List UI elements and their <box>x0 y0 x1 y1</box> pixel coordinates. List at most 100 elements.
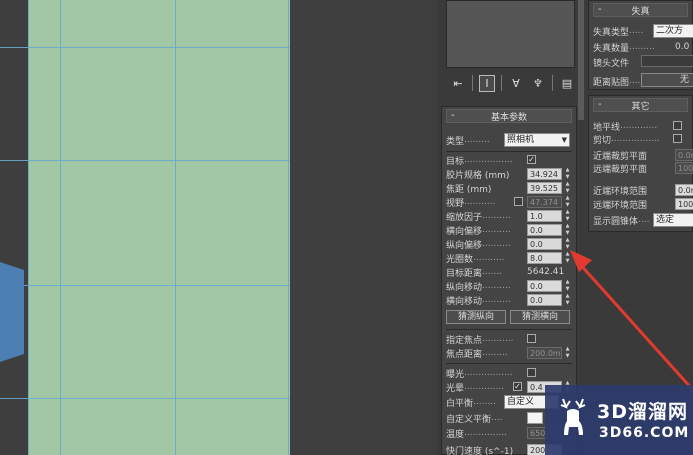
distortion-amount-value[interactable]: 0.0 <box>675 42 689 52</box>
divider <box>501 75 502 91</box>
rollout-header[interactable]: - 基本参数 <box>446 109 572 123</box>
spinner-arrows[interactable]: ▲▼ <box>564 168 571 180</box>
white-balance-value: 自定义 <box>507 397 535 407</box>
white-balance-label: 白平衡 <box>446 398 474 409</box>
far-clip-spinner[interactable]: 1000 <box>675 162 693 174</box>
lens-file-field[interactable] <box>641 55 693 67</box>
fov-spinner[interactable]: 47.374 <box>527 196 562 208</box>
configure-icon[interactable]: ▤ <box>559 75 575 92</box>
chevron-down-icon: ▼ <box>561 136 567 144</box>
spinner-arrows[interactable]: ▲▼ <box>564 224 571 236</box>
custom-balance-swatch[interactable] <box>527 412 543 424</box>
misc-rollout: - 其它 地平线............. 剪切................… <box>588 95 693 232</box>
grid-line <box>0 398 290 399</box>
focal-length-label: 焦距 (mm) <box>446 184 492 195</box>
collapse-icon[interactable]: - <box>598 100 602 110</box>
grid-line <box>28 0 29 455</box>
display-cone-select[interactable]: 选定 <box>653 213 693 227</box>
grid-line <box>288 0 289 455</box>
distortion-map-label: 距离贴图 <box>593 77 630 88</box>
divider <box>446 151 572 152</box>
grid-line <box>0 47 290 48</box>
rollout-header[interactable]: - 失真 <box>593 3 688 17</box>
watermark: 3D溜溜网 3D66.COM <box>545 385 693 455</box>
viewport-background <box>290 0 437 455</box>
v-tilt-spinner[interactable]: 0.0 <box>527 280 562 292</box>
deer-logo-icon <box>560 398 586 435</box>
near-clip-spinner[interactable]: 0.0m <box>675 149 693 161</box>
unique-icon[interactable]: ∀ <box>508 75 524 92</box>
spinner-arrows[interactable]: ▲▼ <box>564 238 571 250</box>
distortion-type-select[interactable]: 二次方 <box>653 24 693 38</box>
grid-line <box>175 0 176 455</box>
scrollbar-thumb[interactable] <box>578 0 584 120</box>
rollout-header[interactable]: - 其它 <box>593 98 688 112</box>
v-shift-label: 纵向偏移 <box>446 240 483 251</box>
focus-distance-label: 焦点距离 <box>446 349 483 360</box>
vignetting-label: 光晕 <box>446 383 465 394</box>
vignetting-checkbox[interactable]: ✓ <box>513 382 522 391</box>
divider <box>472 75 473 91</box>
distortion-map-button[interactable]: 无 <box>641 73 693 87</box>
film-size-spinner[interactable]: 34.924 <box>527 168 562 180</box>
divider <box>446 363 572 364</box>
distortion-amount-label: 失真数量 <box>593 43 630 54</box>
target-checkbox[interactable]: ✓ <box>527 155 536 164</box>
watermark-subtitle: 3D66.COM <box>599 425 690 441</box>
pin-icon[interactable]: ⇤ <box>450 75 466 92</box>
camera-type-select[interactable]: 照相机 ▼ <box>504 133 570 147</box>
fov-label: 视野 <box>446 198 465 209</box>
h-shift-spinner[interactable]: 0.0 <box>527 224 562 236</box>
guess-vertical-button[interactable]: 猜测纵向 <box>446 310 506 324</box>
command-panel-toolbar: ⇤ Ⅰ ∀ ♆ ▤ <box>446 72 575 94</box>
focus-distance-spinner[interactable]: 200.0m <box>527 347 562 359</box>
v-shift-spinner[interactable]: 0.0 <box>527 238 562 250</box>
spinner-arrows[interactable]: ▲▼ <box>564 182 571 194</box>
collapse-icon[interactable]: - <box>598 5 602 15</box>
guess-horizontal-button[interactable]: 猜测横向 <box>510 310 570 324</box>
horizon-label: 地平线 <box>593 122 621 133</box>
h-tilt-label: 横向移动 <box>446 296 483 307</box>
target-distance-label: 目标距离 <box>446 268 483 279</box>
fov-checkbox[interactable] <box>514 197 523 206</box>
spinner-arrows[interactable]: ▲▼ <box>564 210 571 222</box>
f-number-label: 光圈数 <box>446 254 474 265</box>
clipping-checkbox[interactable] <box>673 134 682 143</box>
target-label: 目标 <box>446 156 465 167</box>
specify-focus-checkbox[interactable] <box>527 334 536 343</box>
zoom-factor-label: 缩放因子 <box>446 212 483 223</box>
near-env-spinner[interactable]: 0.0m <box>675 184 693 196</box>
far-env-spinner[interactable]: 1000 <box>675 198 693 210</box>
exposure-checkbox[interactable] <box>527 368 536 377</box>
target-distance-value: 5642.41 <box>527 267 565 277</box>
h-tilt-spinner[interactable]: 0.0 <box>527 294 562 306</box>
scene-object[interactable] <box>0 262 24 362</box>
custom-balance-label: 自定义平衡 <box>446 414 492 425</box>
temperature-label: 温度 <box>446 429 465 440</box>
near-env-label: 近端环境范围 <box>593 186 648 197</box>
collapse-icon[interactable]: - <box>451 111 455 121</box>
spinner-arrows[interactable]: ▲▼ <box>564 196 571 208</box>
grid-line <box>60 0 61 455</box>
modifier-stack-icon[interactable]: Ⅰ <box>478 74 495 92</box>
near-clip-label: 近端裁剪平面 <box>593 151 648 162</box>
far-clip-label: 远端裁剪平面 <box>593 164 648 175</box>
specify-focus-label: 指定焦点 <box>446 335 483 346</box>
remove-modifier-icon[interactable]: ♆ <box>530 75 546 92</box>
grid-line <box>0 285 290 286</box>
rollout-title: 失真 <box>631 6 650 17</box>
material-preview <box>446 0 575 68</box>
zoom-factor-spinner[interactable]: 1.0 <box>527 210 562 222</box>
film-size-label: 胶片规格 (mm) <box>446 170 510 181</box>
f-number-spinner[interactable]: 8.0 <box>527 252 562 264</box>
horizon-checkbox[interactable] <box>673 121 682 130</box>
focal-length-spinner[interactable]: 39.525 <box>527 182 562 194</box>
viewport[interactable] <box>0 0 437 455</box>
annotation-arrow-icon <box>570 250 693 390</box>
divider <box>446 329 572 330</box>
display-cone-value: 选定 <box>656 215 675 225</box>
viewport-plane <box>28 0 290 455</box>
display-cone-label: 显示圆锥体 <box>593 216 639 227</box>
distortion-type-label: 失真类型 <box>593 27 630 38</box>
distortion-type-value: 二次方 <box>656 26 684 36</box>
